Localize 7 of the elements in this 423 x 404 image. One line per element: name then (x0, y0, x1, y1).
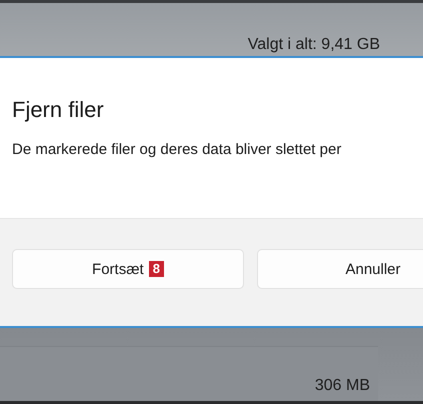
number-badge: 8 (148, 261, 164, 277)
selected-total: Valgt i alt: 9,41 GB (248, 36, 380, 54)
continue-button[interactable]: Fortsæt 8 (12, 249, 244, 289)
cancel-button[interactable]: Annuller (257, 249, 423, 289)
dialog-message: De markerede filer og deres data bliver slettet per (12, 141, 342, 158)
item-size: 306 MB (314, 377, 370, 395)
dialog-title: Fjern filer (12, 97, 104, 123)
